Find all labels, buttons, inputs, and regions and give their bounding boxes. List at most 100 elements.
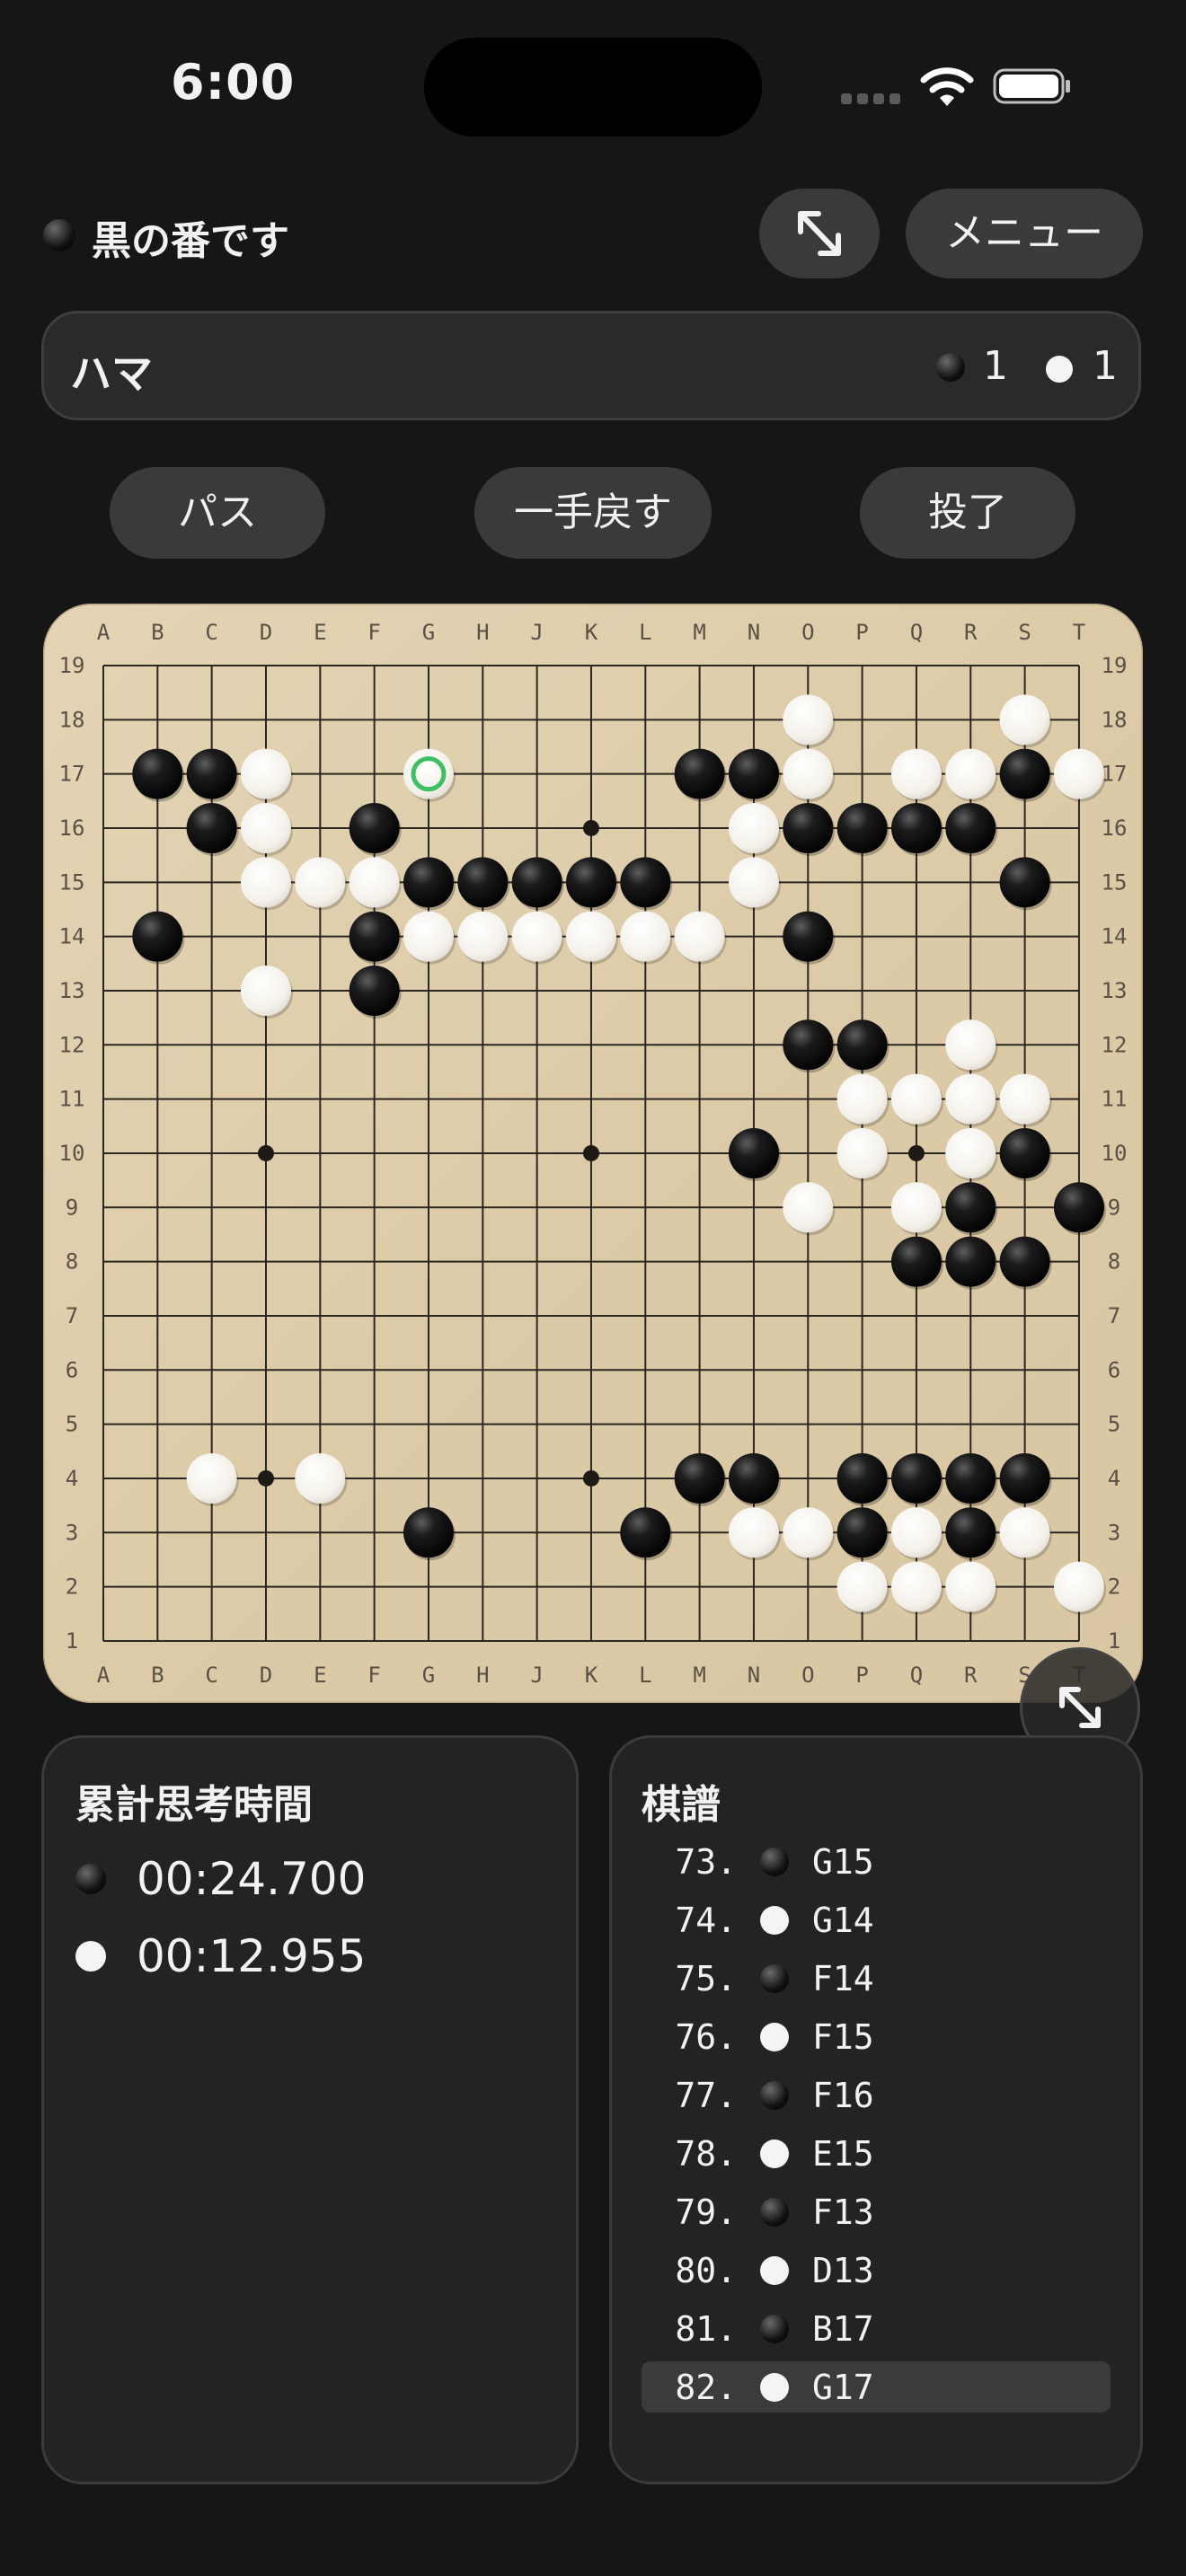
white-stone: [890, 1182, 942, 1233]
row-label: 10: [1102, 1141, 1128, 1166]
white-stone: [890, 1507, 942, 1558]
move-row[interactable]: 78. E15: [642, 2128, 1111, 2179]
white-stone: [999, 694, 1050, 745]
black-stone: [403, 857, 454, 908]
white-stone: [240, 748, 291, 799]
black-time-row: 00:24.700: [75, 1852, 366, 1906]
move-row[interactable]: 76. F15: [642, 2011, 1111, 2062]
row-label: 6: [66, 1357, 78, 1382]
star-point: [907, 1144, 925, 1161]
white-captures-count: 1: [1093, 343, 1118, 389]
move-position: B17: [812, 2308, 874, 2349]
undo-button[interactable]: 一手戻す: [474, 467, 712, 559]
white-stone: [674, 911, 725, 962]
captures-bar: [41, 311, 1141, 420]
menu-button[interactable]: メニュー: [906, 189, 1143, 278]
row-label: 8: [1108, 1249, 1120, 1275]
column-label: J: [530, 620, 543, 645]
captures-label: ハマ: [70, 349, 153, 398]
column-label: K: [585, 620, 598, 645]
row-label: 1: [66, 1628, 78, 1654]
white-stone: [999, 1073, 1050, 1125]
black-captures-count: 1: [983, 343, 1008, 389]
row-label: 15: [59, 869, 85, 895]
move-row[interactable]: 73. G15: [642, 1836, 1111, 1887]
move-list[interactable]: 73. G15 74. G14 75. F14 76. F15 77. F16 78. E1…: [642, 1836, 1111, 2420]
go-board-canvas[interactable]: AABBCCDDEEFFGGHHJJKKLLMMNNOOPPQQRRSSTT19…: [43, 604, 1143, 1703]
black-stone: [186, 748, 237, 799]
move-row[interactable]: 80. D13: [642, 2245, 1111, 2296]
move-row[interactable]: 82. G17: [642, 2361, 1111, 2413]
white-stone-icon: [75, 1941, 106, 1972]
column-label: J: [530, 1663, 543, 1688]
black-stone: [674, 1452, 725, 1504]
white-stone: [1053, 1561, 1104, 1612]
column-label: E: [314, 1663, 326, 1688]
black-stone: [457, 857, 509, 908]
star-point: [257, 1144, 274, 1161]
row-label: 12: [1102, 1032, 1128, 1057]
white-stone: [240, 802, 291, 853]
row-label: 5: [1108, 1412, 1120, 1437]
white-stone: [783, 694, 834, 745]
move-position: F15: [812, 2016, 874, 2057]
go-board[interactable]: AABBCCDDEEFFGGHHJJKKLLMMNNOOPPQQRRSSTT19…: [43, 604, 1143, 1703]
black-stone: [890, 1452, 942, 1504]
expand-button[interactable]: [759, 189, 880, 278]
row-label: 14: [59, 924, 85, 949]
star-point: [582, 1144, 599, 1161]
column-label: P: [855, 1663, 868, 1688]
white-stone: [945, 1073, 996, 1125]
white-stone: [728, 857, 779, 908]
black-stone: [945, 1507, 996, 1558]
column-label: L: [639, 1663, 651, 1688]
turn-indicator: 黒の番です: [92, 218, 289, 264]
row-label: 2: [66, 1575, 78, 1600]
row-label: 13: [59, 978, 85, 1003]
row-label: 11: [1102, 1087, 1128, 1112]
white-stone: [836, 1073, 888, 1125]
black-stone: [999, 1452, 1050, 1504]
black-stone: [999, 748, 1050, 799]
column-label: H: [476, 620, 489, 645]
row-label: 14: [1102, 924, 1128, 949]
pass-button[interactable]: パス: [110, 467, 325, 559]
row-label: 4: [66, 1466, 78, 1491]
move-position: G15: [812, 1841, 874, 1882]
column-label: O: [801, 1663, 814, 1688]
white-stone: [890, 1561, 942, 1612]
thinking-time-title: 累計思考時間: [75, 1782, 313, 1828]
stone-icon: [760, 2314, 789, 2343]
move-row[interactable]: 79. F13: [642, 2186, 1111, 2237]
wifi-icon: [920, 67, 974, 106]
stone-icon: [760, 2080, 789, 2110]
black-stone: [999, 1127, 1050, 1178]
white-stone: [999, 1507, 1050, 1558]
black-stone: [620, 1507, 671, 1558]
resign-button[interactable]: 投了: [860, 467, 1075, 559]
black-stone: [132, 748, 183, 799]
move-number: 74.: [675, 1900, 737, 1940]
black-stone: [945, 802, 996, 853]
move-position: F13: [812, 2192, 874, 2232]
white-stone: [945, 1561, 996, 1612]
black-stone: [620, 857, 671, 908]
white-stone: [783, 1182, 834, 1233]
row-label: 3: [66, 1520, 78, 1545]
black-stone: [728, 1452, 779, 1504]
white-stone: [836, 1561, 888, 1612]
move-row[interactable]: 74. G14: [642, 1894, 1111, 1945]
move-position: G17: [812, 2367, 874, 2407]
black-stone: [349, 965, 400, 1016]
stone-icon: [760, 1905, 789, 1935]
column-label: H: [476, 1663, 489, 1688]
black-stone: [349, 911, 400, 962]
move-row[interactable]: 77. F16: [642, 2069, 1111, 2121]
move-row[interactable]: 75. F14: [642, 1953, 1111, 2004]
black-time: 00:24.700: [137, 1853, 367, 1905]
white-stone: [728, 1507, 779, 1558]
column-label: P: [855, 620, 868, 645]
move-row[interactable]: 81. B17: [642, 2303, 1111, 2354]
move-number: 76.: [675, 2016, 737, 2057]
move-position: F14: [812, 1958, 874, 1998]
